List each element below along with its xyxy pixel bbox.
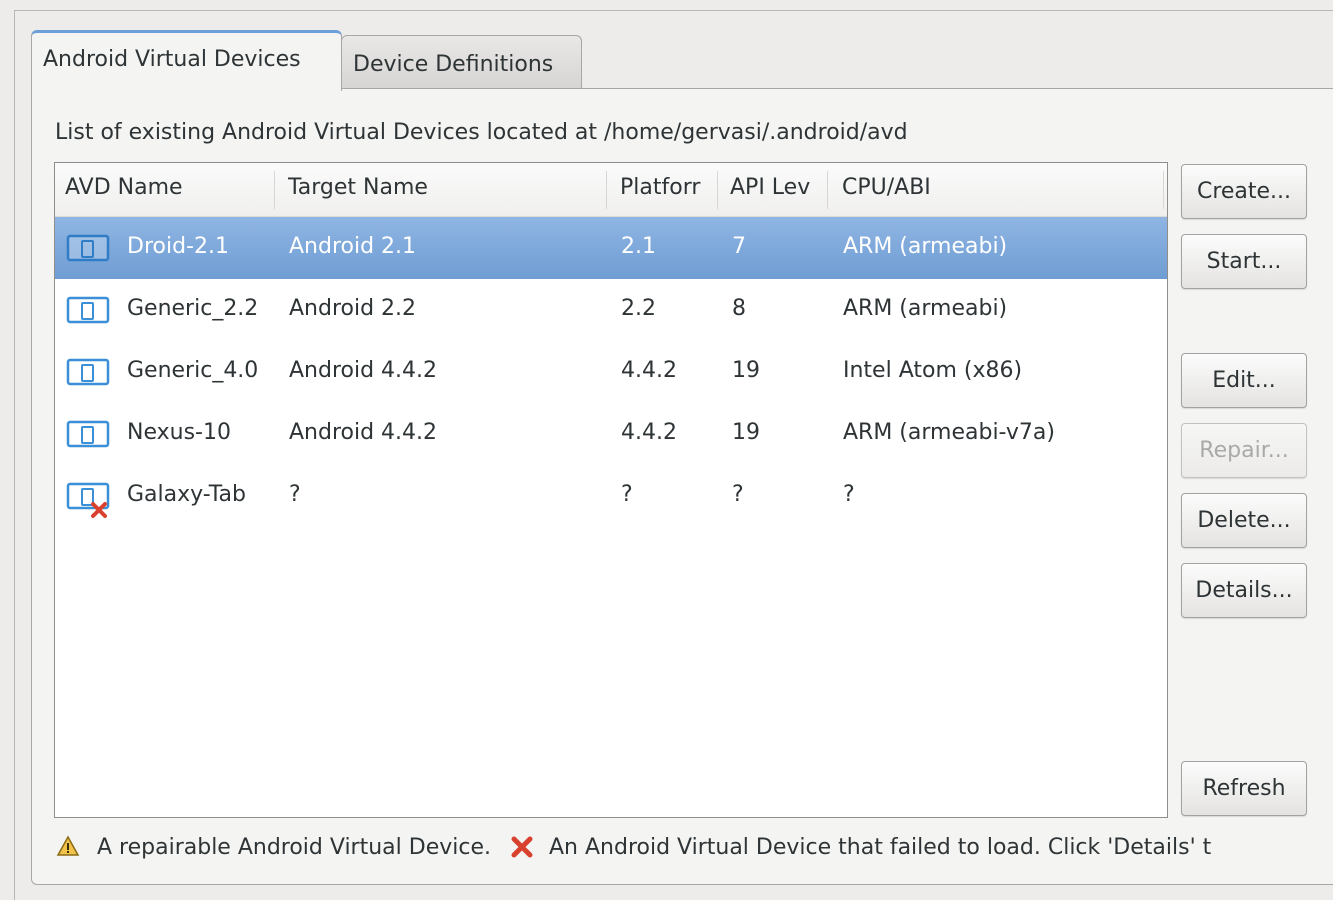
- table-row[interactable]: Galaxy-Tab????: [55, 465, 1167, 527]
- table-row[interactable]: Droid-2.1 Android 2.1 2.1 7 ARM (armeabi): [55, 217, 1167, 279]
- device-icon: [66, 358, 111, 386]
- device-icon: [66, 296, 111, 324]
- column-separator[interactable]: [717, 171, 718, 209]
- column-header-target-name[interactable]: Target Name: [288, 175, 603, 200]
- delete-button[interactable]: Delete...: [1181, 493, 1307, 548]
- edit-button[interactable]: Edit...: [1181, 353, 1307, 408]
- table-row[interactable]: Generic_4.0 Android 4.4.2 4.4.2 19 Intel Ato…: [55, 341, 1167, 403]
- column-header-avd-name[interactable]: AVD Name: [65, 175, 270, 200]
- warning-icon: [56, 835, 82, 859]
- avd-name-cell: Nexus-10: [127, 420, 231, 445]
- avd-location-label: List of existing Android Virtual Devices…: [55, 120, 908, 145]
- error-x-icon: [510, 835, 536, 859]
- column-header-cpu-abi[interactable]: CPU/ABI: [842, 175, 1152, 200]
- column-header-platform[interactable]: Platforr: [620, 175, 714, 200]
- platform-cell: 4.4.2: [621, 358, 677, 383]
- tab-device-definitions[interactable]: Device Definitions: [341, 35, 582, 89]
- column-separator[interactable]: [606, 171, 607, 209]
- table-header: AVD Name Target Name Platforr API Lev CP…: [55, 163, 1167, 217]
- table-row[interactable]: Nexus-10 Android 4.4.2 4.4.2 19 ARM (armeabi…: [55, 403, 1167, 465]
- refresh-button[interactable]: Refresh: [1181, 761, 1307, 816]
- tab-android-virtual-devices[interactable]: Android Virtual Devices: [31, 30, 342, 91]
- target-name-cell: Android 2.1: [289, 234, 417, 259]
- details-button[interactable]: Details...: [1181, 563, 1307, 618]
- platform-cell: 4.4.2: [621, 420, 677, 445]
- target-name-cell: Android 2.2: [289, 296, 417, 321]
- create-button[interactable]: Create...: [1181, 164, 1307, 219]
- api-level-cell: ?: [732, 482, 744, 507]
- legend-repairable-text: A repairable Android Virtual Device.: [97, 834, 491, 860]
- repair-button[interactable]: Repair...: [1181, 423, 1307, 478]
- legend: A repairable Android Virtual Device. An …: [56, 834, 1316, 870]
- start-button[interactable]: Start...: [1181, 234, 1307, 289]
- column-separator[interactable]: [827, 171, 828, 209]
- column-header-api-level[interactable]: API Lev: [730, 175, 824, 200]
- device-error-icon: [66, 482, 111, 518]
- avd-table[interactable]: AVD Name Target Name Platforr API Lev CP…: [54, 162, 1168, 818]
- cpu-abi-cell: ARM (armeabi-v7a): [843, 420, 1055, 445]
- avd-name-cell: Generic_4.0: [127, 358, 259, 383]
- cpu-abi-cell: Intel Atom (x86): [843, 358, 1023, 383]
- target-name-cell: Android 4.4.2: [289, 358, 438, 383]
- avd-name-cell: Galaxy-Tab: [127, 482, 246, 507]
- legend-failed-text: An Android Virtual Device that failed to…: [549, 834, 1212, 860]
- platform-cell: 2.2: [621, 296, 656, 321]
- cpu-abi-cell: ARM (armeabi): [843, 296, 1008, 321]
- target-name-cell: Android 4.4.2: [289, 420, 438, 445]
- api-level-cell: 19: [732, 358, 760, 383]
- avd-name-cell: Droid-2.1: [127, 234, 229, 259]
- column-separator[interactable]: [274, 171, 275, 209]
- avd-name-cell: Generic_2.2: [127, 296, 259, 321]
- cpu-abi-cell: ARM (armeabi): [843, 234, 1008, 259]
- api-level-cell: 7: [732, 234, 746, 259]
- table-row[interactable]: Generic_2.2 Android 2.2 2.2 8 ARM (armeabi): [55, 279, 1167, 341]
- api-level-cell: 8: [732, 296, 746, 321]
- platform-cell: ?: [621, 482, 633, 507]
- device-icon: [66, 420, 111, 448]
- device-icon: [66, 234, 111, 262]
- column-separator: [1163, 171, 1164, 209]
- platform-cell: 2.1: [621, 234, 656, 259]
- target-name-cell: ?: [289, 482, 301, 507]
- cpu-abi-cell: ?: [843, 482, 855, 507]
- api-level-cell: 19: [732, 420, 760, 445]
